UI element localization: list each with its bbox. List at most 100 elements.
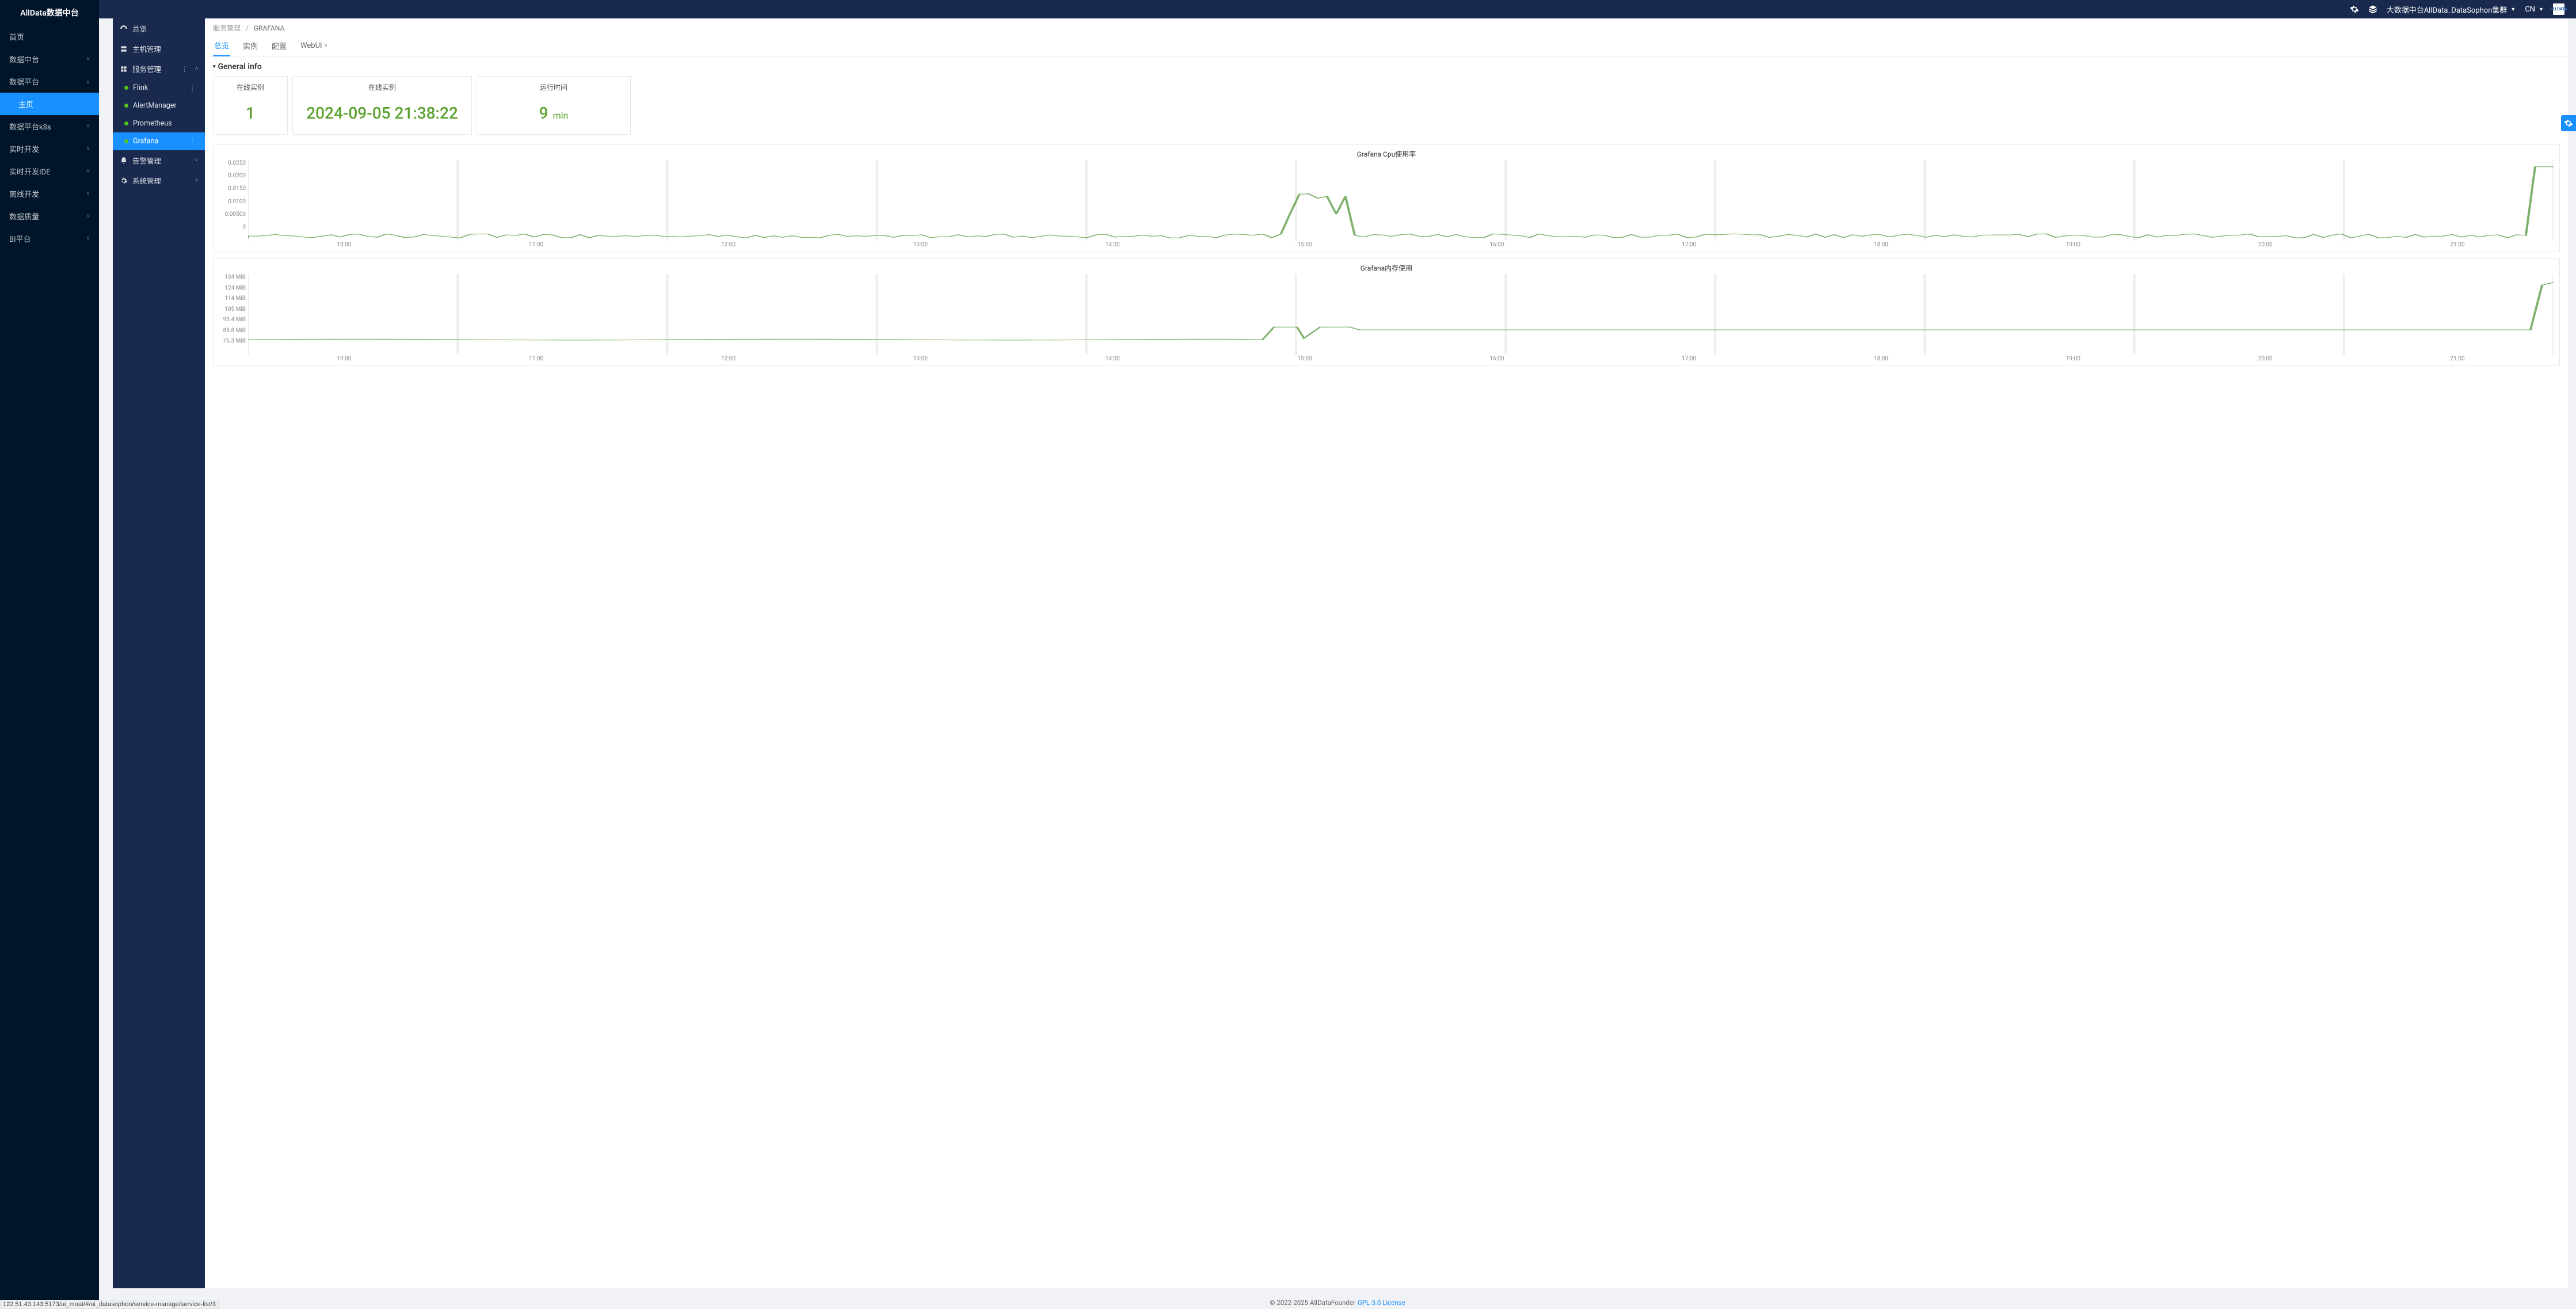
- chevron-up-icon: ˄: [195, 66, 198, 72]
- status-dot-icon: [124, 121, 128, 125]
- secondary-item[interactable]: 总览: [113, 18, 205, 39]
- chart-svg: [248, 274, 2554, 355]
- chevron-icon: ˅: [86, 146, 90, 152]
- more-icon[interactable]: ⋮: [181, 65, 188, 73]
- sidebar-secondary: 总览主机管理服务管理 ⋮ ˄ Flink ⋮ AlertManager Prometheus…: [113, 18, 205, 1288]
- sidebar-item[interactable]: 数据平台˄: [0, 70, 99, 93]
- lang-selector[interactable]: CN ▼: [2525, 5, 2544, 14]
- secondary-item-label: 服务管理: [132, 63, 177, 74]
- more-icon[interactable]: ⋮: [189, 138, 196, 146]
- sidebar-item[interactable]: 实时开发IDE ˅: [0, 160, 99, 182]
- sidebar-item[interactable]: 数据平台k8s ˅: [0, 115, 99, 138]
- sidebar-item-label: 首页: [9, 31, 24, 42]
- status-dot-icon: [124, 139, 128, 143]
- secondary-item-label: 总览: [132, 23, 198, 34]
- sidebar-item-label: 离线开发: [9, 188, 39, 199]
- topbar: 大数据中台AllData_DataSophon集群 ▼ CN ▼ ALLDATA: [99, 0, 2576, 18]
- cluster-selector[interactable]: 大数据中台AllData_DataSophon集群 ▼: [2387, 4, 2516, 15]
- sidebar-item[interactable]: 首页: [0, 25, 99, 48]
- secondary-item[interactable]: 主机管理: [113, 39, 205, 59]
- secondary-item-label: Flink: [133, 83, 184, 92]
- secondary-item-label: AlertManager: [133, 101, 198, 110]
- secondary-subitem[interactable]: Grafana ⋮: [113, 132, 205, 150]
- stat-card: 在线实例1: [213, 76, 288, 135]
- sidebar-item-label: 实时开发IDE: [9, 166, 50, 177]
- stat-value: 9 min: [539, 104, 569, 123]
- chart-mem: Grafana内存使用 134 MiB124 MiB114 MiB105 MiB…: [213, 258, 2560, 366]
- tab[interactable]: 总览: [213, 35, 230, 56]
- chevron-icon: ˅: [86, 191, 90, 197]
- breadcrumb: 服务管理 / GRAFANA: [205, 18, 2568, 35]
- status-dot-icon: [124, 104, 128, 108]
- sidebar-item-label: BI平台: [9, 233, 31, 244]
- chevron-icon: ˅: [86, 123, 90, 130]
- layers-icon[interactable]: [2368, 5, 2377, 14]
- license-link[interactable]: GPL-3.0 License: [1358, 1299, 1405, 1307]
- content: 服务管理 / GRAFANA 总览 实例 配置 WebUI˅ ▾ General in…: [205, 18, 2568, 1288]
- x-axis-labels: 10:0011:0012:0013:0014:0015:0016:0017:00…: [248, 242, 2554, 248]
- brand-badge[interactable]: ALLDATA: [2553, 3, 2564, 15]
- cluster-name: 大数据中台AllData_DataSophon集群: [2387, 4, 2508, 15]
- sidebar-primary: AllData数据中台 首页数据中台˅数据平台˄主页数据平台k8s˅实时开发˅实…: [0, 0, 99, 1309]
- y-axis-labels: 0.02500.02000.01500.01000.005000: [214, 160, 246, 230]
- secondary-item[interactable]: 系统管理 ˅: [113, 170, 205, 191]
- primary-menu: 首页数据中台˅数据平台˄主页数据平台k8s˅实时开发˅实时开发IDE˅离线开发˅…: [0, 25, 99, 1309]
- stat-card: 运行时间 9 min: [477, 76, 631, 135]
- secondary-item[interactable]: 服务管理 ⋮ ˄: [113, 59, 205, 79]
- caret-down-icon: ▼: [2539, 6, 2544, 13]
- chevron-icon: ˅: [86, 56, 90, 62]
- chart-title: Grafana内存使用: [214, 261, 2559, 274]
- more-icon[interactable]: ⋮: [189, 84, 196, 92]
- secondary-item-label: 系统管理: [132, 175, 190, 186]
- sidebar-item[interactable]: 数据质量˅: [0, 205, 99, 227]
- copyright: © 2022-2025 AllDataFounder: [1270, 1299, 1355, 1307]
- breadcrumb-current: GRAFANA: [254, 24, 284, 32]
- sidebar-item[interactable]: 数据中台˅: [0, 48, 99, 70]
- stat-title: 运行时间: [540, 82, 567, 92]
- series-line: [248, 283, 2554, 340]
- sidebar-item-label: 数据平台k8s: [9, 121, 51, 132]
- tab-label: 配置: [272, 40, 287, 51]
- chevron-icon: ˄: [86, 78, 90, 85]
- breadcrumb-parent[interactable]: 服务管理: [213, 24, 241, 32]
- chevron-down-icon: ˅: [195, 177, 198, 184]
- secondary-subitem[interactable]: Flink ⋮: [113, 79, 205, 97]
- section-header[interactable]: ▾ General info: [213, 62, 2560, 71]
- gear-icon[interactable]: [2350, 5, 2359, 14]
- tab-label: 总览: [214, 40, 229, 51]
- chart-cpu: Grafana Cpu使用率 0.02500.02000.01500.01000…: [213, 144, 2560, 252]
- tabs: 总览 实例 配置 WebUI˅: [205, 35, 2568, 56]
- stat-cards: 在线实例1在线实例2024-09-05 21:38:22 运行时间 9 min: [213, 76, 2560, 135]
- caret-down-icon: ▼: [2510, 6, 2516, 13]
- sidebar-item[interactable]: BI平台 ˅: [0, 227, 99, 250]
- tab[interactable]: 配置: [270, 35, 288, 56]
- brand-title: AllData数据中台: [0, 0, 99, 25]
- secondary-item-label: 告警管理: [132, 155, 190, 166]
- tab-label: 实例: [243, 40, 258, 51]
- chevron-icon: ˅: [86, 213, 90, 219]
- stat-card: 在线实例2024-09-05 21:38:22: [292, 76, 472, 135]
- dashboard-icon: [120, 25, 128, 33]
- secondary-subitem[interactable]: Prometheus: [113, 115, 205, 132]
- x-axis-labels: 10:0011:0012:0013:0014:0015:0016:0017:00…: [248, 356, 2554, 362]
- floating-settings-button[interactable]: [2561, 115, 2576, 131]
- tab[interactable]: WebUI˅: [299, 35, 329, 56]
- sidebar-subitem[interactable]: 主页: [0, 93, 99, 115]
- status-dot-icon: [124, 86, 128, 90]
- gear-icon: [120, 177, 128, 185]
- sidebar-item[interactable]: 实时开发˅: [0, 138, 99, 160]
- stat-value: 1: [246, 104, 255, 123]
- footer: © 2022-2025 AllDataFounder GPL-3.0 Licen…: [99, 1296, 2576, 1309]
- y-axis-labels: 134 MiB124 MiB114 MiB105 MiB95.4 MiB85.8…: [214, 274, 246, 344]
- lang-label: CN: [2525, 5, 2535, 14]
- tab[interactable]: 实例: [242, 35, 259, 56]
- stat-value: 2024-09-05 21:38:22: [306, 104, 458, 123]
- chevron-down-icon: ˅: [195, 157, 198, 163]
- secondary-item-label: Grafana: [133, 137, 184, 146]
- chevron-icon: ˅: [86, 168, 90, 174]
- secondary-item[interactable]: 告警管理 ˅: [113, 150, 205, 170]
- sidebar-item[interactable]: 离线开发 ˅: [0, 182, 99, 205]
- series-line: [248, 167, 2554, 238]
- chevron-icon: ˅: [86, 235, 90, 242]
- secondary-subitem[interactable]: AlertManager: [113, 97, 205, 115]
